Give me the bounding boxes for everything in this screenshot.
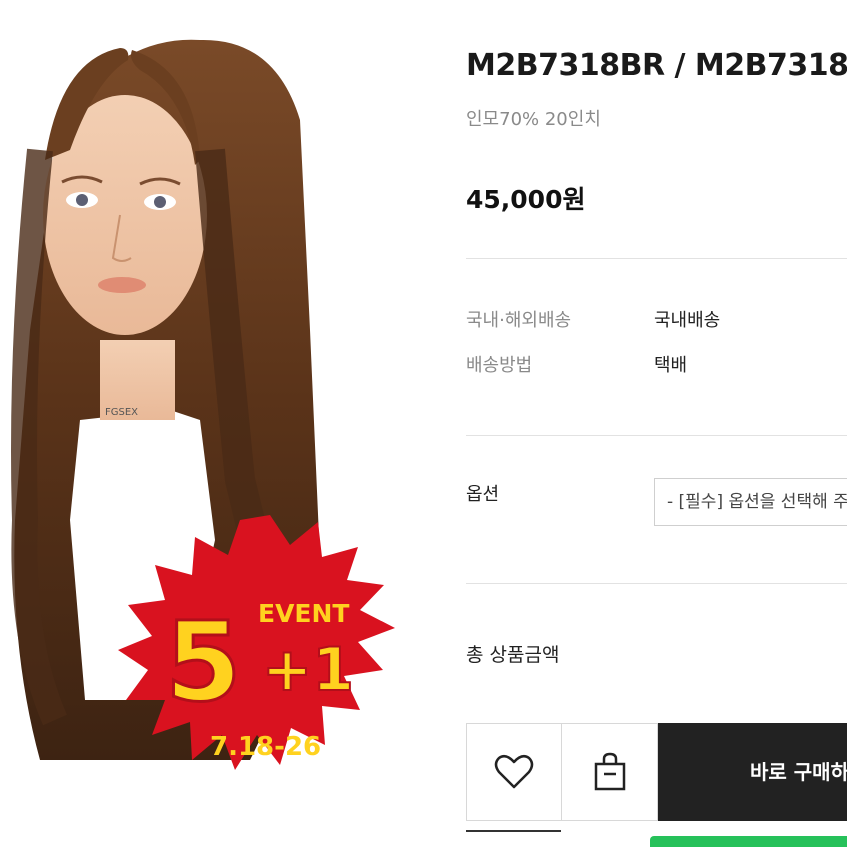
shipping-method-value: 택배	[654, 355, 688, 376]
bottom-button-edge	[466, 830, 561, 847]
option-label: 옵션	[466, 484, 500, 505]
divider	[466, 258, 847, 259]
bottom-green-button-edge[interactable]	[650, 836, 847, 847]
mannequin-head-illustration: FGSEX 5 EVENT +1 7.18-26	[11, 39, 395, 770]
divider	[466, 435, 847, 436]
promo-event-label: EVENT	[258, 599, 349, 628]
promo-plus-one: +1	[262, 635, 354, 705]
divider	[466, 583, 847, 584]
shopping-bag-icon	[594, 752, 625, 791]
promo-big-number: 5	[165, 598, 242, 726]
product-image: FGSEX 5 EVENT +1 7.18-26	[0, 0, 440, 847]
product-subtitle: 인모70% 20인치	[466, 109, 601, 130]
promo-dates: 7.18-26	[210, 732, 321, 762]
option-select[interactable]: - [필수] 옵션을 선택해 주세요 -	[654, 478, 847, 526]
product-title: M2B7318BR / M2B7318BR	[466, 48, 847, 83]
product-info-panel: M2B7318BR / M2B7318BR 인모70% 20인치 45,000원…	[466, 0, 847, 847]
buy-now-button[interactable]: 바로 구매하기	[658, 723, 847, 821]
shipping-region-value: 국내배송	[654, 310, 721, 331]
wishlist-button[interactable]	[466, 723, 562, 821]
shipping-method-label: 배송방법	[466, 355, 533, 376]
shipping-region-label: 국내·해외배송	[466, 310, 572, 331]
neck-label: FGSEX	[105, 407, 138, 418]
total-price-label: 총 상품금액	[466, 644, 560, 666]
heart-icon	[494, 754, 534, 789]
add-to-cart-button[interactable]	[561, 723, 658, 821]
product-price: 45,000원	[466, 185, 586, 214]
